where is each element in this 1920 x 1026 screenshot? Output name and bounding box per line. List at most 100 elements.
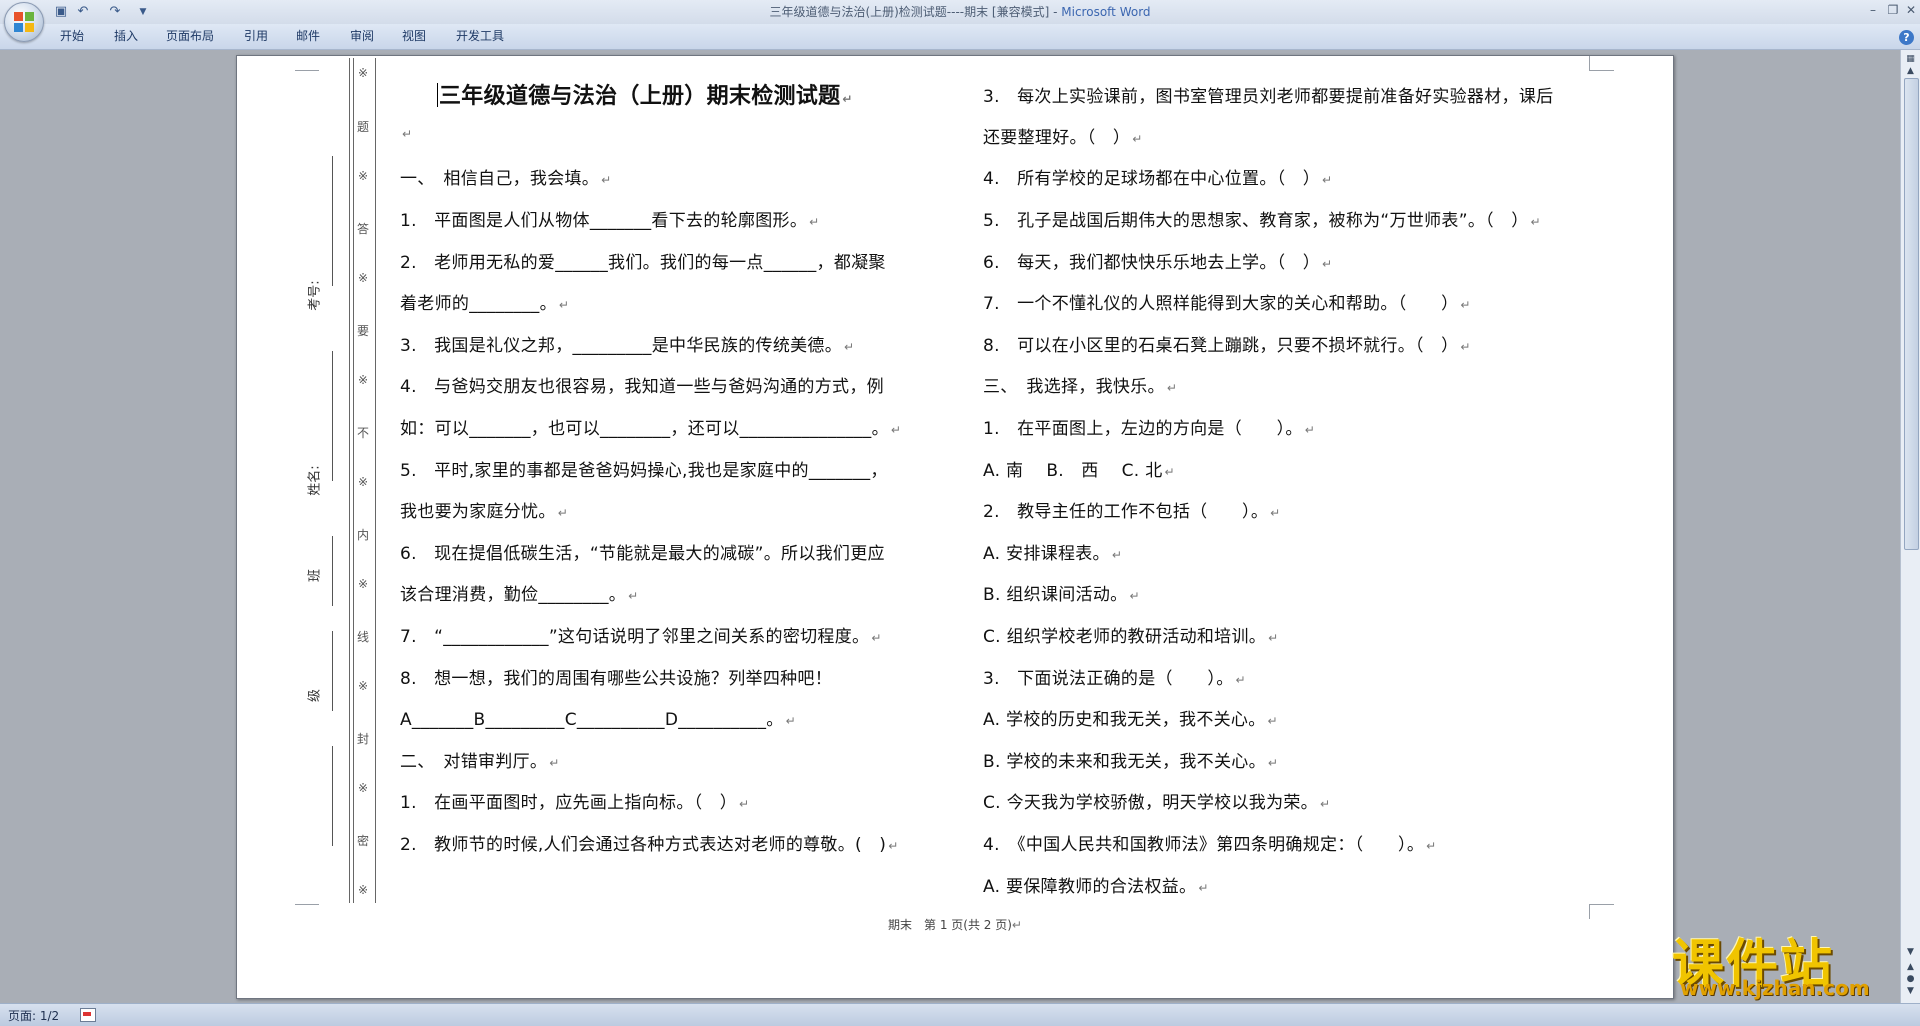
paragraph[interactable]: ↵ bbox=[400, 123, 412, 143]
name-label: 姓名: bbox=[307, 465, 323, 496]
binding-char: 要 bbox=[356, 324, 369, 338]
paragraph[interactable]: 还要整理好。（ ） ↵ bbox=[983, 123, 1143, 148]
next-page-icon[interactable]: ▼ bbox=[1903, 984, 1918, 999]
page-title[interactable]: 三年级道德与法治（上册）期末检测试题 ↵ bbox=[437, 78, 853, 110]
paragraph[interactable]: C. 组织学校老师的教研活动和培训。 ↵ bbox=[983, 622, 1278, 647]
tab-view[interactable]: 视图 bbox=[396, 24, 432, 49]
paragraph[interactable]: B. 组织课间活动。 ↵ bbox=[983, 580, 1140, 605]
tab-page-layout[interactable]: 页面布局 bbox=[160, 24, 220, 49]
side-rule bbox=[332, 536, 333, 606]
help-icon[interactable]: ? bbox=[1899, 30, 1914, 45]
proofing-status-icon[interactable] bbox=[80, 1008, 96, 1022]
office-button[interactable] bbox=[4, 2, 44, 42]
paragraph[interactable]: 如：可以_______，也可以________，还可以_____________… bbox=[400, 414, 901, 439]
class-label: 班 bbox=[307, 569, 323, 583]
binding-char: 题 bbox=[356, 120, 369, 134]
binding-char: ※ bbox=[357, 373, 369, 387]
text-cursor bbox=[437, 83, 438, 107]
binding-char: ※ bbox=[357, 475, 369, 489]
binding-char: ※ bbox=[357, 679, 369, 693]
paragraph[interactable]: 2. 教师节的时候,人们会通过各种方式表达对老师的尊敬。( ) ↵ bbox=[400, 830, 899, 855]
paragraph[interactable]: A. 南 B. 西 C. 北 ↵ bbox=[983, 456, 1175, 481]
binding-char: 答 bbox=[356, 222, 369, 236]
paragraph[interactable]: A_______B_________C__________D__________… bbox=[400, 705, 796, 730]
tab-review[interactable]: 审阅 bbox=[344, 24, 380, 49]
paragraph[interactable]: 6. 每天，我们都快快乐乐地去上学。（ ） ↵ bbox=[983, 248, 1332, 273]
watermark-url: www.kjzhan.com bbox=[1680, 976, 1870, 1000]
tab-mailings[interactable]: 邮件 bbox=[290, 24, 326, 49]
paragraph[interactable]: 着老师的________。 ↵ bbox=[400, 289, 569, 314]
office-logo-icon bbox=[14, 12, 34, 32]
paragraph[interactable]: C. 今天我为学校骄傲，明天学校以我为荣。 ↵ bbox=[983, 788, 1330, 813]
document-workspace: ※ 题 ※ 答 ※ 要 ※ 不 ※ 内 ※ 线 ※ 封 ※ 密 ※ 考号: 姓名… bbox=[0, 50, 1900, 1003]
paragraph[interactable]: 2. 老师用无私的爱______我们。我们的每一点______，都凝聚 bbox=[400, 248, 886, 273]
paragraph[interactable]: 1. 平面图是人们从物体_______看下去的轮廓图形。 ↵ bbox=[400, 206, 819, 231]
app-name: Microsoft Word bbox=[1061, 5, 1151, 19]
paragraph[interactable]: 该合理消费，勤俭________。 ↵ bbox=[400, 580, 638, 605]
paragraph[interactable]: 4. 《中国人民共和国教师法》第四条明确规定：（ ）。 ↵ bbox=[983, 830, 1436, 855]
binding-char: ※ bbox=[357, 169, 369, 183]
section-heading-1[interactable]: 一、 相信自己，我会填。 ↵ bbox=[400, 164, 611, 189]
customize-icon[interactable]: ▼ bbox=[134, 3, 152, 21]
scroll-down-icon[interactable]: ▼ bbox=[1903, 945, 1918, 960]
side-rule bbox=[332, 156, 333, 286]
paragraph[interactable]: 2. 教导主任的工作不包括（ ）。 ↵ bbox=[983, 497, 1280, 522]
save-icon[interactable]: ▣ bbox=[52, 3, 70, 21]
paragraph[interactable]: A. 要保障教师的合法权益。 ↵ bbox=[983, 872, 1209, 897]
paragraph[interactable]: 3. 下面说法正确的是（ ）。 ↵ bbox=[983, 664, 1246, 689]
page-count-status[interactable]: 页面: 1/2 bbox=[8, 1007, 59, 1024]
paragraph[interactable]: 8. 想一想，我们的周围有哪些公共设施？列举四种吧！ bbox=[400, 664, 832, 689]
grade-label: 级 bbox=[307, 689, 323, 703]
paragraph[interactable]: 5. 平时,家里的事都是爸爸妈妈操心,我也是家庭中的_______， bbox=[400, 456, 888, 481]
kjzhan-watermark-logo: 课件站 www.kjzhan.com bbox=[1672, 922, 1904, 1002]
paragraph[interactable]: 我也要为家庭分忧。 ↵ bbox=[400, 497, 568, 522]
binding-char: 封 bbox=[356, 732, 369, 746]
tab-home[interactable]: 开始 bbox=[54, 24, 90, 49]
redo-icon[interactable]: ↷ bbox=[106, 3, 124, 21]
paragraph[interactable]: 5. 孔子是战国后期伟大的思想家、教育家，被称为“万世师表”。（ ） ↵ bbox=[983, 206, 1541, 231]
scroll-up-icon[interactable]: ▲ bbox=[1903, 64, 1918, 79]
undo-icon[interactable]: ↶ bbox=[74, 3, 92, 21]
close-icon[interactable]: ✕ bbox=[1900, 1, 1920, 19]
tab-insert[interactable]: 插入 bbox=[108, 24, 144, 49]
title-bar: 三年级道德与法治(上册)检测试题----期末 [兼容模式] - Microsof… bbox=[0, 0, 1920, 25]
crop-mark bbox=[1589, 56, 1614, 71]
paragraph[interactable]: A. 学校的历史和我无关，我不关心。 ↵ bbox=[983, 705, 1278, 730]
binding-char: 不 bbox=[356, 426, 369, 440]
paragraph[interactable]: 4. 所有学校的足球场都在中心位置。（ ） ↵ bbox=[983, 164, 1332, 189]
minimize-icon[interactable]: – bbox=[1862, 1, 1884, 19]
paragraph[interactable]: 1. 在平面图上，左边的方向是（ ）。 ↵ bbox=[983, 414, 1315, 439]
document-page[interactable]: ※ 题 ※ 答 ※ 要 ※ 不 ※ 内 ※ 线 ※ 封 ※ 密 ※ 考号: 姓名… bbox=[236, 55, 1674, 999]
exam-number-label: 考号: bbox=[307, 280, 323, 311]
binding-char: ※ bbox=[357, 271, 369, 285]
ribbon-tabs: 开始 插入 页面布局 引用 邮件 审阅 视图 开发工具 bbox=[0, 24, 1920, 50]
paragraph[interactable]: 6. 现在提倡低碳生活，“节能就是最大的减碳”。所以我们更应 bbox=[400, 539, 885, 564]
side-rule bbox=[332, 746, 333, 846]
paragraph[interactable]: B. 学校的未来和我无关，我不关心。 ↵ bbox=[983, 747, 1278, 772]
side-rule bbox=[332, 631, 333, 711]
paragraph[interactable]: 3. 每次上实验课前，图书室管理员刘老师都要提前准备好实验器材，课后 bbox=[983, 82, 1553, 107]
scrollbar-thumb[interactable] bbox=[1904, 78, 1919, 550]
document-title-text: 三年级道德与法治(上册)检测试题----期末 [兼容模式] - bbox=[769, 5, 1062, 19]
tab-developer[interactable]: 开发工具 bbox=[450, 24, 510, 49]
section-heading-3[interactable]: 三、 我选择，我快乐。 ↵ bbox=[983, 372, 1177, 397]
binding-char: ※ bbox=[357, 781, 369, 795]
paragraph[interactable]: 3. 我国是礼仪之邦，_________是中华民族的传统美德。 ↵ bbox=[400, 331, 854, 356]
window-title: 三年级道德与法治(上册)检测试题----期末 [兼容模式] - Microsof… bbox=[0, 0, 1920, 24]
section-heading-2[interactable]: 二、 对错审判厅。 ↵ bbox=[400, 747, 560, 772]
side-rule bbox=[332, 351, 333, 481]
status-bar: 页面: 1/2 bbox=[0, 1003, 1920, 1026]
vertical-scrollbar[interactable]: ▦ ▲ ▼ ▲ ● ▼ bbox=[1900, 50, 1920, 1003]
tab-references[interactable]: 引用 bbox=[238, 24, 274, 49]
paragraph[interactable]: 7. 一个不懂礼仪的人照样能得到大家的关心和帮助。（ ） ↵ bbox=[983, 289, 1471, 314]
paragraph[interactable]: 4. 与爸妈交朋友也很容易，我知道一些与爸妈沟通的方式，例 bbox=[400, 372, 884, 397]
paragraph[interactable]: 8. 可以在小区里的石桌石凳上蹦跳，只要不损坏就行。（ ） ↵ bbox=[983, 331, 1471, 356]
page-footer: 期末 第 1 页(共 2 页)↵ bbox=[888, 918, 1022, 932]
paragraph[interactable]: 1. 在画平面图时，应先画上指向标。（ ） ↵ bbox=[400, 788, 749, 813]
binding-char: 密 bbox=[356, 834, 369, 848]
paragraph[interactable]: 7. “____________”这句话说明了邻里之间关系的密切程度。 ↵ bbox=[400, 622, 882, 647]
crop-mark bbox=[295, 56, 319, 71]
binding-char: ※ bbox=[357, 577, 369, 591]
paragraph[interactable]: A. 安排课程表。 ↵ bbox=[983, 539, 1122, 564]
binding-char: ※ bbox=[357, 883, 369, 897]
